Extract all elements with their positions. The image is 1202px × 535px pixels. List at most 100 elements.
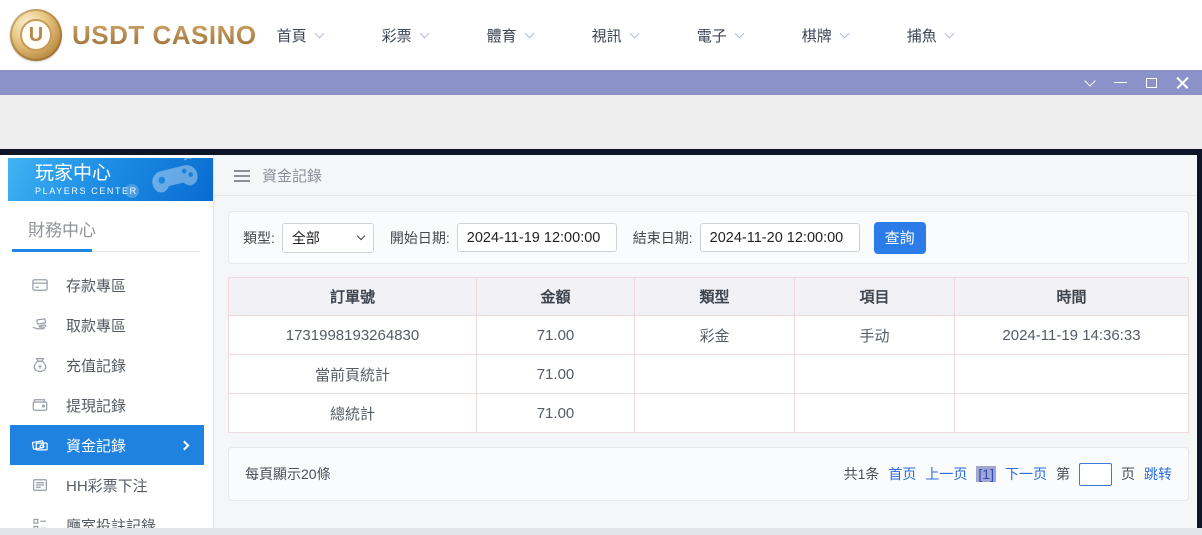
type-select-value: 全部 (292, 228, 320, 248)
page-title: 資金記錄 (262, 165, 322, 186)
moneybag-icon (31, 356, 49, 374)
checklist-icon (31, 516, 49, 528)
bottom-band (0, 528, 1202, 535)
nav-item-lottery[interactable]: 彩票 (382, 25, 428, 46)
player-center-app: 玩家中心 PLAYERS CENTER 財務中心 (0, 155, 1197, 528)
pagination-panel: 每頁顯示20條 共1条 首页 上一页 [1] 下一页 第 页 跳转 (228, 447, 1189, 501)
nav-label: 體育 (487, 25, 517, 46)
logo[interactable]: U USDT CASINO (0, 9, 257, 61)
page-jump-input[interactable] (1079, 463, 1112, 486)
sidebar-item-withdraw[interactable]: 取款專區 (10, 305, 204, 345)
cell-type: 彩金 (635, 316, 795, 355)
pager: 共1条 首页 上一页 [1] 下一页 第 页 跳转 (844, 463, 1172, 486)
spacer-band (0, 95, 1202, 149)
nav-item-fishing[interactable]: 捕魚 (907, 25, 953, 46)
chevron-down-icon (734, 28, 744, 38)
start-date-input[interactable] (457, 223, 617, 252)
close-icon (1176, 76, 1189, 89)
jump-suffix-label: 页 (1121, 464, 1135, 484)
prev-page-link[interactable]: 上一页 (925, 464, 967, 484)
chevron-down-icon (419, 28, 429, 38)
nav-label: 捕魚 (907, 25, 937, 46)
sidebar-item-label: 資金記錄 (66, 435, 126, 456)
table-row-page-total: 當前頁統計 71.00 (229, 355, 1189, 394)
first-page-link[interactable]: 首页 (888, 464, 916, 484)
wallet-icon (31, 396, 49, 414)
nav-item-home[interactable]: 首頁 (277, 25, 323, 46)
sidebar-item-label: 取款專區 (66, 315, 126, 336)
jump-action-link[interactable]: 跳转 (1144, 464, 1172, 484)
col-order-id: 訂單號 (229, 278, 477, 316)
nav-item-chess[interactable]: 棋牌 (802, 25, 848, 46)
filter-panel: 類型: 全部 開始日期: 結束日期: 查詢 (228, 211, 1189, 264)
search-button[interactable]: 查詢 (874, 222, 926, 254)
cell-amount: 71.00 (477, 316, 635, 355)
hamburger-icon[interactable] (234, 175, 250, 177)
chevron-right-icon (180, 440, 190, 450)
cell-amount: 71.00 (477, 394, 635, 433)
funds-table: 訂單號 金額 類型 項目 時間 1731998193264830 71.00 彩… (228, 277, 1189, 433)
window-chevron-button[interactable] (1074, 70, 1105, 95)
nav-item-video[interactable]: 視訊 (592, 25, 638, 46)
banknotes-icon (31, 436, 49, 454)
sidebar-item-recharge-record[interactable]: 充值記錄 (10, 345, 204, 385)
sidebar-item-hh-lottery-bets[interactable]: HH彩票下注 (10, 465, 204, 505)
col-amount: 金額 (477, 278, 635, 316)
type-select[interactable]: 全部 (282, 223, 374, 253)
sidebar-item-funds-record[interactable]: 資金記錄 (10, 425, 204, 465)
minimize-icon (1114, 82, 1127, 83)
brand-name: USDT CASINO (72, 20, 257, 51)
table-row-grand-total: 總統計 71.00 (229, 394, 1189, 433)
sidebar-item-label: 提現記錄 (66, 395, 126, 416)
sidebar-menu: 存款專區 取款專區 (0, 265, 213, 528)
nav-item-electronic[interactable]: 電子 (697, 25, 743, 46)
sidebar-item-deposit[interactable]: 存款專區 (10, 265, 204, 305)
sidebar-item-label: 廳室投註記錄 (66, 515, 156, 529)
sidebar-item-room-bet-record[interactable]: 廳室投註記錄 (10, 505, 204, 528)
cell-time: 2024-11-19 14:36:33 (955, 316, 1189, 355)
sidebar-item-label: HH彩票下注 (66, 475, 148, 496)
total-count: 共1条 (844, 464, 880, 484)
chevron-down-icon (524, 28, 534, 38)
list-icon (31, 476, 49, 494)
end-date-label: 結束日期: (633, 228, 693, 248)
chevron-down-icon (314, 28, 324, 38)
nav-label: 視訊 (592, 25, 622, 46)
table-header-row: 訂單號 金額 類型 項目 時間 (229, 278, 1189, 316)
maximize-icon (1146, 78, 1157, 88)
start-date-label: 開始日期: (390, 228, 450, 248)
table-row: 1731998193264830 71.00 彩金 手动 2024-11-19 … (229, 316, 1189, 355)
end-date-input[interactable] (700, 223, 860, 252)
col-item: 項目 (795, 278, 955, 316)
site-header: U USDT CASINO 首頁 彩票 體育 視訊 電子 棋牌 捕魚 (0, 0, 1202, 70)
withdraw-hand-icon (31, 316, 49, 334)
chevron-down-icon (839, 28, 849, 38)
window-maximize-button[interactable] (1136, 70, 1167, 95)
window-minimize-button[interactable] (1105, 70, 1136, 95)
current-page-indicator[interactable]: [1] (976, 466, 996, 482)
main-nav: 首頁 彩票 體育 視訊 電子 棋牌 捕魚 (277, 25, 953, 46)
nav-item-sports[interactable]: 體育 (487, 25, 533, 46)
window-close-button[interactable] (1167, 70, 1198, 95)
chevron-down-icon (944, 28, 954, 38)
main-content: 資金記錄 類型: 全部 開始日期: 結束日期: 查詢 訂單號 金額 (214, 155, 1197, 528)
col-time: 時間 (955, 278, 1189, 316)
next-page-link[interactable]: 下一页 (1005, 464, 1047, 484)
window-titlebar (0, 70, 1202, 95)
nav-label: 棋牌 (802, 25, 832, 46)
nav-label: 首頁 (277, 25, 307, 46)
cell-amount: 71.00 (477, 355, 635, 394)
page-size-text: 每頁顯示20條 (245, 464, 331, 484)
nav-label: 彩票 (382, 25, 412, 46)
logo-badge-icon: U (10, 9, 62, 61)
deposit-card-icon (31, 276, 49, 294)
sidebar-item-withdraw-record[interactable]: 提現記錄 (10, 385, 204, 425)
chevron-down-icon (357, 232, 365, 240)
cell-label: 當前頁統計 (229, 355, 477, 394)
col-type: 類型 (635, 278, 795, 316)
cell-item: 手动 (795, 316, 955, 355)
sidebar-section-finance: 財務中心 (12, 216, 200, 252)
type-label: 類型: (243, 228, 275, 248)
breadcrumb: 資金記錄 (214, 155, 1197, 196)
cell-label: 總統計 (229, 394, 477, 433)
